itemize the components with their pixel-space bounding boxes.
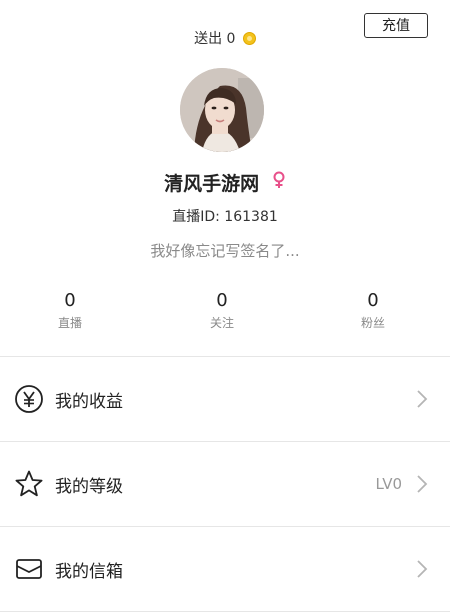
menu-item-earnings[interactable]: 我的收益 — [0, 357, 450, 441]
live-id: 直播ID: 161381 — [172, 209, 278, 225]
star-icon — [14, 469, 44, 499]
yuan-circle-icon — [14, 384, 44, 414]
coin-icon — [242, 31, 256, 45]
sent-count: 0 — [226, 31, 236, 47]
divider — [0, 611, 450, 612]
menu-item-level[interactable]: 我的等级 LV0 — [0, 442, 450, 526]
stat-fans-count: 0 — [367, 290, 379, 311]
signature[interactable]: 我好像忘记写签名了... — [0, 240, 450, 261]
envelope-icon — [14, 554, 44, 584]
stat-fans-label: 粉丝 — [360, 316, 385, 330]
stat-following-count: 0 — [216, 290, 228, 311]
level-value: LV0 — [375, 475, 402, 493]
stat-following-label: 关注 — [209, 316, 234, 330]
recharge-button[interactable]: 充值 — [364, 13, 428, 38]
stat-live-label: 直播 — [57, 316, 82, 330]
female-icon — [272, 171, 286, 194]
menu-item-mailbox-label: 我的信箱 — [55, 562, 123, 582]
chevron-right-icon — [416, 559, 428, 579]
chevron-right-icon — [416, 474, 428, 494]
user-name: 清风手游网 — [164, 173, 260, 195]
stat-fans[interactable]: 0 粉丝 — [318, 290, 428, 331]
menu-item-earnings-label: 我的收益 — [55, 392, 123, 412]
stat-live[interactable]: 0 直播 — [15, 290, 125, 331]
menu-item-level-label: 我的等级 — [55, 477, 123, 497]
menu-item-mailbox[interactable]: 我的信箱 — [0, 527, 450, 611]
name-row: 清风手游网 — [0, 169, 450, 196]
stat-following[interactable]: 0 关注 — [167, 290, 277, 331]
sent-label: 送出 — [194, 31, 223, 47]
avatar-image — [180, 68, 264, 152]
chevron-right-icon — [416, 389, 428, 409]
stat-live-count: 0 — [64, 290, 76, 311]
avatar[interactable] — [180, 68, 264, 152]
